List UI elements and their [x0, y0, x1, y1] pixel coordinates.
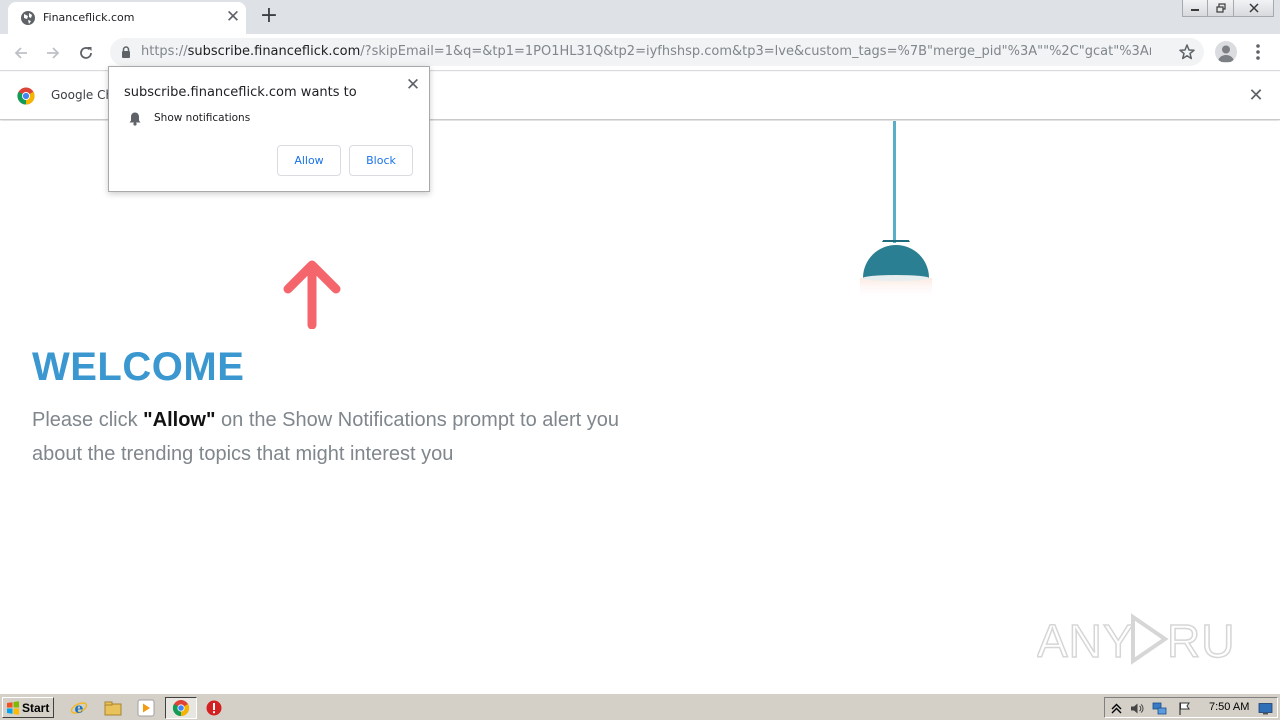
tab-title: Financeflick.com [43, 11, 135, 24]
lock-icon[interactable] [119, 45, 133, 59]
profile-avatar[interactable] [1215, 41, 1237, 63]
new-tab-button[interactable]: + [258, 5, 280, 27]
close-icon [1248, 3, 1259, 13]
back-arrow-icon [14, 47, 27, 59]
tab-close-icon[interactable]: ✕ [224, 8, 242, 26]
lamp-illustration [860, 240, 932, 300]
clock: 7:50 AM [1209, 701, 1250, 713]
person-icon [1218, 45, 1234, 62]
network-icon[interactable] [1152, 701, 1167, 716]
svg-text:e: e [75, 701, 84, 717]
svg-text:RUN: RUN [1167, 615, 1237, 667]
restore-icon [1215, 3, 1226, 13]
notification-permission-popup: subscribe.financeflick.com wants to ✕ Sh… [108, 66, 430, 192]
reload-button[interactable] [73, 40, 99, 66]
minimize-button[interactable] [1182, 0, 1208, 17]
address-bar[interactable]: https://subscribe.financeflick.com/?skip… [110, 38, 1204, 66]
window-controls [1182, 0, 1274, 18]
action-center-flag-icon[interactable] [1177, 701, 1192, 716]
chrome-logo-icon [17, 87, 35, 105]
restore-button[interactable] [1208, 0, 1234, 17]
windows-logo-icon [7, 700, 19, 715]
window-close-button[interactable] [1234, 0, 1274, 17]
show-desktop-icon[interactable] [1258, 701, 1273, 716]
permission-title: subscribe.financeflick.com wants to [124, 85, 357, 100]
url-scheme: https:// [141, 44, 188, 59]
svg-text:ANY: ANY [1037, 615, 1135, 667]
system-tray: 7:50 AM [1104, 697, 1278, 718]
url-host: subscribe.financeflick.com [187, 44, 361, 59]
allow-emphasis: "Allow" [143, 409, 216, 431]
permission-item-text: Show notifications [154, 112, 251, 124]
forward-arrow-icon [47, 47, 60, 59]
lamp-cord [893, 121, 896, 243]
welcome-heading: WELCOME [32, 345, 245, 389]
url-text[interactable]: https://subscribe.financeflick.com/?skip… [141, 44, 1151, 59]
chrome-taskbar-icon [172, 700, 190, 717]
bookmark-star-icon[interactable] [1178, 43, 1196, 61]
taskbar-chrome-button[interactable] [165, 697, 197, 719]
block-button[interactable]: Block [349, 145, 413, 176]
file-explorer-icon[interactable] [104, 699, 122, 717]
minimize-icon [1191, 9, 1199, 11]
forward-button[interactable] [40, 40, 66, 66]
start-button[interactable]: Start [2, 697, 54, 718]
stop-sign-icon[interactable] [205, 699, 223, 717]
allow-button[interactable]: Allow [277, 145, 341, 176]
internet-explorer-icon[interactable]: e [70, 699, 88, 717]
back-button[interactable] [8, 40, 34, 66]
url-path: /?skipEmail=1&q=&tp1=1PO1HL31Q&tp2=iyfhs… [360, 44, 1151, 59]
anyrun-watermark-logo: ANY RUN [1037, 613, 1237, 668]
infobar-text: Google Ch [51, 88, 114, 102]
kebab-menu-icon[interactable] [1248, 41, 1268, 63]
start-label: Start [22, 700, 50, 715]
reload-icon [80, 47, 92, 59]
instruction-text: Please click "Allow" on the Show Notific… [32, 403, 672, 471]
instruction-text-start: Please click [32, 409, 144, 431]
show-hidden-icons-icon[interactable] [1109, 701, 1124, 716]
screen: Financeflick.com ✕ + https://subscribe.f… [0, 0, 1280, 720]
permission-close-icon[interactable]: ✕ [403, 75, 423, 95]
page-content: WELCOME Please click "Allow" on the Show… [0, 121, 1280, 692]
infobar-close-icon[interactable]: ✕ [1246, 86, 1266, 106]
globe-icon [21, 11, 35, 25]
browser-tab[interactable]: Financeflick.com ✕ [8, 2, 246, 34]
taskbar: Start e 7:50 AM [0, 693, 1280, 720]
volume-icon[interactable] [1129, 701, 1144, 716]
up-arrow-icon [283, 260, 341, 329]
tab-strip: Financeflick.com ✕ + [0, 0, 1280, 34]
media-player-icon[interactable] [137, 699, 155, 717]
bell-icon [129, 112, 141, 126]
